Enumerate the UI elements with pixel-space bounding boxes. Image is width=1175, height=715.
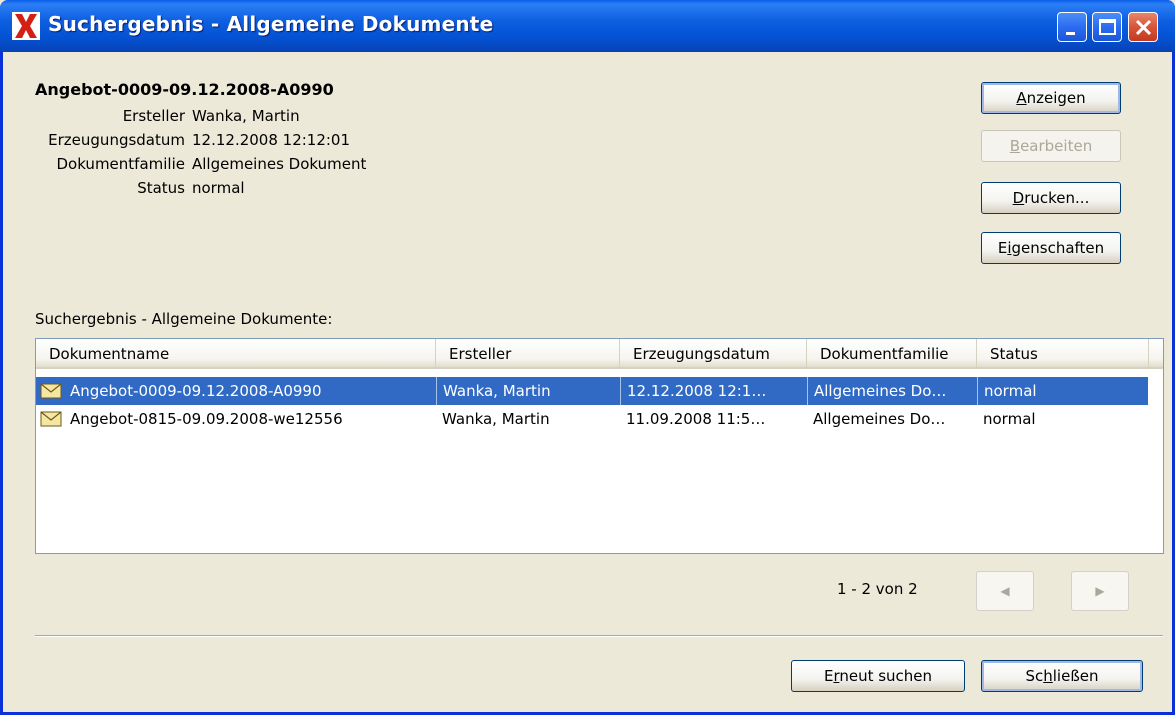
property-label: Dokumentfamilie — [56, 155, 185, 173]
column-header-date[interactable]: Erzeugungsdatum — [620, 339, 807, 369]
cell-status: normal — [977, 377, 1148, 405]
previous-page-button[interactable]: ◀ — [976, 571, 1034, 611]
maximize-button[interactable] — [1092, 12, 1122, 42]
dialog-window: Suchergebnis - Allgemeine Dokumente Ange… — [0, 0, 1175, 715]
chevron-right-icon: ▶ — [1095, 584, 1105, 598]
list-header: Dokumentname Ersteller Erzeugungsdatum D… — [36, 339, 1163, 369]
close-icon — [1135, 19, 1152, 36]
divider — [35, 635, 1163, 637]
property-label: Ersteller — [122, 107, 185, 125]
next-page-button[interactable]: ▶ — [1071, 571, 1129, 611]
table-row[interactable]: Angebot-0815-09.09.2008-we12556 Wanka, M… — [36, 405, 1148, 433]
document-name: Angebot-0009-09.12.2008-A0990 — [35, 80, 334, 99]
property-value: Allgemeines Dokument — [192, 155, 367, 173]
cell-creator: Wanka, Martin — [436, 377, 620, 405]
print-button[interactable]: Drucken... — [981, 182, 1121, 214]
close-button[interactable]: Schließen — [981, 660, 1143, 692]
button-label: E — [823, 667, 834, 685]
property-label: Status — [137, 179, 185, 197]
chevron-left-icon: ◀ — [1000, 584, 1010, 598]
accelerator-key: h — [1043, 667, 1053, 685]
button-label: neut suchen — [839, 667, 933, 685]
properties-button[interactable]: Eigenschaften — [981, 232, 1121, 264]
cell-date: 12.12.2008 12:1… — [620, 377, 807, 405]
property-value: 12.12.2008 12:12:01 — [192, 131, 351, 149]
cell-status: normal — [983, 410, 1036, 428]
cell-date: 11.09.2008 11:5… — [626, 410, 766, 428]
column-header-status[interactable]: Status — [977, 339, 1149, 369]
search-again-button[interactable]: Erneut suchen — [791, 660, 965, 692]
button-label: nzeigen — [1026, 89, 1086, 107]
minimize-icon — [1066, 32, 1075, 35]
close-window-button[interactable] — [1128, 12, 1158, 42]
button-label: rucken... — [1024, 189, 1090, 207]
property-label: Erzeugungsdatum — [48, 131, 185, 149]
column-header-family[interactable]: Dokumentfamilie — [807, 339, 977, 369]
property-value: normal — [192, 179, 245, 197]
results-list[interactable]: Dokumentname Ersteller Erzeugungsdatum D… — [35, 338, 1164, 554]
app-x-icon — [12, 12, 40, 40]
show-button[interactable]: Anzeigen — [981, 82, 1121, 114]
minimize-button[interactable] — [1057, 12, 1087, 42]
dialog-content: Angebot-0009-09.12.2008-A0990 Ersteller … — [3, 52, 1172, 715]
window-title: Suchergebnis - Allgemeine Dokumente — [48, 12, 494, 36]
edit-button[interactable]: Bearbeiten — [981, 130, 1121, 162]
cell-name: Angebot-0815-09.09.2008-we12556 — [70, 410, 343, 428]
table-row[interactable]: Angebot-0009-09.12.2008-A0990 Wanka, Mar… — [36, 377, 1148, 405]
button-label: Sc — [1025, 667, 1044, 685]
accelerator-key: D — [1012, 189, 1025, 207]
property-value: Wanka, Martin — [192, 107, 300, 125]
envelope-icon — [40, 383, 62, 399]
button-label: earbeiten — [1020, 137, 1093, 155]
accelerator-key: B — [1009, 137, 1021, 155]
cell-family: Allgemeines Do… — [807, 377, 977, 405]
column-header-creator[interactable]: Ersteller — [436, 339, 620, 369]
button-label: ließen — [1052, 667, 1099, 685]
accelerator-key: A — [1016, 89, 1027, 107]
column-header-name[interactable]: Dokumentname — [36, 339, 436, 369]
pager-status: 1 - 2 von 2 — [837, 580, 918, 598]
cell-family: Allgemeines Do… — [813, 410, 946, 428]
results-label: Suchergebnis - Allgemeine Dokumente: — [35, 310, 333, 328]
cell-creator: Wanka, Martin — [442, 410, 550, 428]
cell-name: Angebot-0009-09.12.2008-A0990 — [70, 382, 322, 400]
button-label: genschaften — [1011, 239, 1105, 257]
button-label: E — [997, 239, 1008, 257]
maximize-icon — [1099, 19, 1116, 35]
envelope-icon — [40, 411, 62, 427]
title-bar[interactable]: Suchergebnis - Allgemeine Dokumente — [0, 0, 1175, 52]
